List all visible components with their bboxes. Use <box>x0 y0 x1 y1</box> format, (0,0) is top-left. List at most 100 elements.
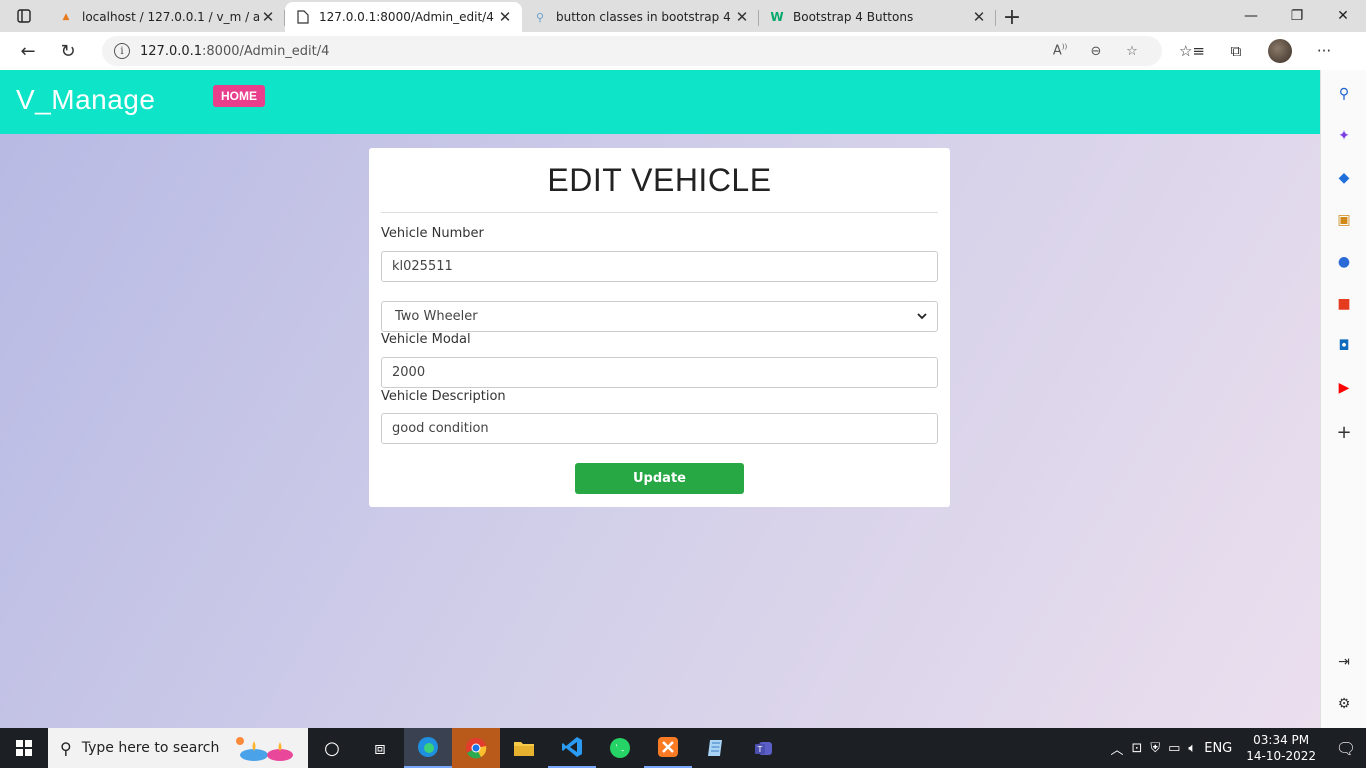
taskbar-file-explorer[interactable] <box>500 728 548 768</box>
home-button[interactable]: HOME <box>213 85 265 107</box>
taskbar-chrome[interactable] <box>452 728 500 768</box>
back-button[interactable]: ← <box>8 35 48 67</box>
clock-time: 03:34 PM <box>1253 733 1310 747</box>
tab-actions-icon <box>17 9 31 23</box>
close-icon[interactable]: ✕ <box>970 8 988 26</box>
plus-icon[interactable]: + <box>1334 422 1354 443</box>
tools-icon[interactable]: ▣ <box>1334 210 1354 230</box>
vehicle-modal-input[interactable]: 2000 <box>381 357 938 388</box>
language-indicator[interactable]: ENG <box>1200 741 1236 756</box>
volume-icon[interactable]: 🔈︎ <box>1184 741 1200 756</box>
w3schools-icon: W <box>770 10 784 24</box>
vehicle-number-input[interactable]: kl025511 <box>381 251 938 282</box>
tab-search[interactable]: ⚲ button classes in bootstrap 4 - Se ✕ <box>522 2 759 32</box>
youtube-icon[interactable]: ▶ <box>1334 378 1354 398</box>
tab-w3schools[interactable]: W Bootstrap 4 Buttons ✕ <box>759 2 996 32</box>
brand-logo[interactable]: V_Manage <box>16 84 155 116</box>
search-icon[interactable]: ⚲ <box>1334 84 1354 104</box>
tab-phpmyadmin[interactable]: ▲ localhost / 127.0.0.1 / v_m / auth ✕ <box>48 2 285 32</box>
notification-icon[interactable]: 🗨︎ <box>1326 728 1366 768</box>
taskbar-edge[interactable] <box>404 728 452 768</box>
new-tab-button[interactable]: + <box>996 2 1028 32</box>
taskbar-vscode[interactable] <box>548 728 596 768</box>
address-bar[interactable]: i 127.0.0.1 :8000/Admin_edit/4 A)) ⊖ ☆ <box>102 36 1162 66</box>
favorites-icon[interactable]: ☆≡ <box>1170 35 1214 67</box>
chevron-up-icon[interactable]: ︿ <box>1106 739 1127 758</box>
task-view-button[interactable]: ⧈ <box>356 728 404 768</box>
whatsapp-icon <box>610 738 630 758</box>
sparkle-icon[interactable]: ✦ <box>1334 126 1354 146</box>
arrow-left-icon: ← <box>20 40 36 62</box>
url-host: 127.0.0.1 <box>140 43 203 59</box>
vehicle-description-label: Vehicle Description <box>381 389 506 404</box>
taskbar-xampp[interactable] <box>644 728 692 768</box>
taskbar-whatsapp[interactable] <box>596 728 644 768</box>
teams-icon: T <box>755 742 772 755</box>
cortana-button[interactable]: ○ <box>308 728 356 768</box>
read-aloud-icon[interactable]: A)) <box>1042 43 1078 58</box>
games-icon[interactable]: ● <box>1334 252 1354 272</box>
outlook-icon[interactable]: ◘ <box>1334 336 1354 356</box>
folder-icon <box>514 742 534 756</box>
tab-strip: ▲ localhost / 127.0.0.1 / v_m / auth ✕ 1… <box>0 0 1366 32</box>
vehicle-type-select[interactable]: Two Wheeler <box>381 301 938 332</box>
monitor-icon[interactable]: ▭ <box>1164 741 1184 756</box>
plus-icon: + <box>1002 4 1022 30</box>
start-button[interactable] <box>0 728 48 768</box>
close-window-button[interactable]: ✕ <box>1320 0 1366 32</box>
vscode-icon <box>562 737 582 757</box>
edit-vehicle-card: EDIT VEHICLE Vehicle Number kl025511 Two… <box>369 148 950 507</box>
phpmyadmin-icon: ▲ <box>62 12 70 22</box>
add-favorite-icon[interactable]: ☆ <box>1114 44 1150 59</box>
profile-button[interactable] <box>1258 35 1302 67</box>
info-icon[interactable]: i <box>114 43 130 59</box>
minimize-button[interactable]: — <box>1228 0 1274 32</box>
close-icon[interactable]: ✕ <box>496 8 514 26</box>
notepad-icon <box>708 740 722 756</box>
vehicle-description-input[interactable]: good condition <box>381 413 938 444</box>
clock[interactable]: 03:34 PM 14-10-2022 <box>1236 732 1326 764</box>
close-icon[interactable]: ✕ <box>733 8 751 26</box>
search-icon: ⚲ <box>60 738 72 758</box>
shopping-tag-icon[interactable]: ◆ <box>1334 168 1354 188</box>
vehicle-number-value: kl025511 <box>392 259 453 274</box>
close-icon[interactable]: ✕ <box>259 8 277 26</box>
search-icon: ⚲ <box>535 10 545 24</box>
restore-button[interactable]: ❐ <box>1274 0 1320 32</box>
more-menu-icon[interactable]: ··· <box>1302 35 1346 67</box>
system-tray: ︿ ⊡ ⛨ ▭ 🔈︎ ENG 03:34 PM 14-10-2022 🗨︎ <box>1106 728 1366 768</box>
edge-icon <box>418 737 438 757</box>
diya-illustration-icon <box>232 732 302 764</box>
svg-text:T: T <box>757 745 763 754</box>
vehicle-number-label: Vehicle Number <box>381 226 484 241</box>
xampp-icon <box>658 737 678 757</box>
office-icon[interactable]: ■ <box>1334 294 1354 314</box>
page-title: EDIT VEHICLE <box>547 162 772 198</box>
refresh-icon: ↻ <box>60 40 76 62</box>
update-button[interactable]: Update <box>575 463 744 494</box>
taskbar-notepad[interactable] <box>692 728 740 768</box>
url-path: :8000/Admin_edit/4 <box>202 43 330 59</box>
taskbar-search[interactable]: ⚲ Type here to search <box>48 728 308 768</box>
network-drive-icon[interactable]: ⊡ <box>1127 741 1146 756</box>
taskbar-teams[interactable]: T <box>740 728 788 768</box>
gear-icon[interactable]: ⚙ <box>1334 694 1354 714</box>
windows-taskbar: ⚲ Type here to search ○ ⧈ T ︿ ⊡ ⛨ ▭ 🔈︎ E… <box>0 728 1366 768</box>
chevron-down-icon <box>917 310 927 323</box>
refresh-button[interactable]: ↻ <box>48 35 88 67</box>
zoom-out-icon[interactable]: ⊖ <box>1078 44 1114 59</box>
chrome-icon <box>466 738 487 759</box>
sidebar-collapse-icon[interactable]: ⇥ <box>1334 652 1354 672</box>
clock-date: 14-10-2022 <box>1246 749 1316 763</box>
vehicle-description-value: good condition <box>392 421 489 436</box>
security-shield-icon[interactable]: ⛨ <box>1146 741 1164 756</box>
collections-icon[interactable]: ⧉ <box>1214 35 1258 67</box>
tab-actions-button[interactable] <box>0 0 48 32</box>
tab-title: 127.0.0.1:8000/Admin_edit/4 <box>319 10 494 24</box>
avatar <box>1268 39 1292 63</box>
circle-icon: ○ <box>324 737 340 759</box>
page-content: V_Manage HOME EDIT VEHICLE Vehicle Numbe… <box>0 70 1320 728</box>
tab-admin-edit[interactable]: 127.0.0.1:8000/Admin_edit/4 ✕ <box>285 2 522 32</box>
site-navbar: V_Manage HOME <box>0 70 1320 134</box>
task-view-icon: ⧈ <box>374 737 386 759</box>
